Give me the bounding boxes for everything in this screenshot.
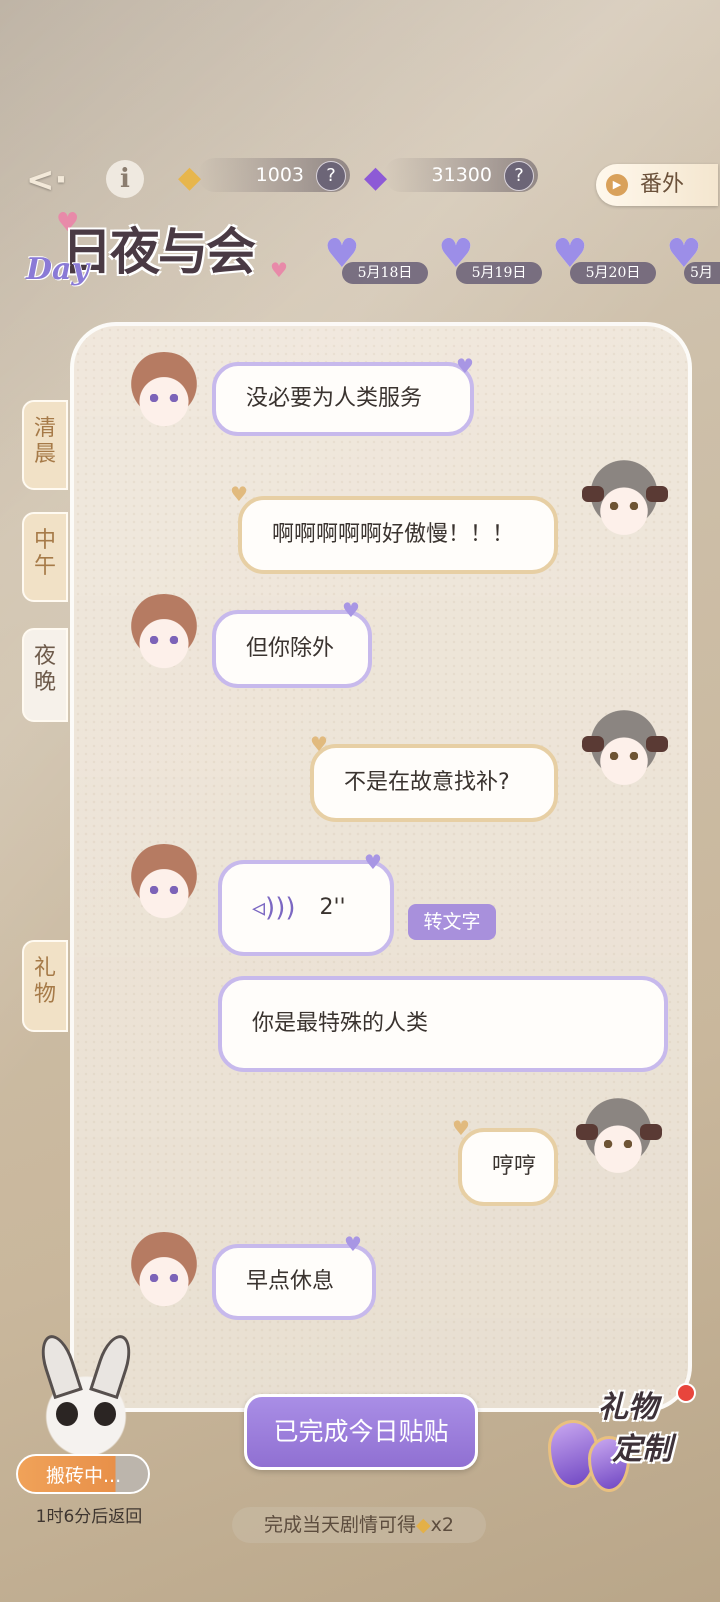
chat-bubble: 哼哼	[458, 1128, 558, 1206]
tab-gift-label: 礼物	[34, 956, 57, 1007]
heart-icon: ♥	[342, 598, 360, 622]
voice-duration: 2''	[319, 895, 346, 920]
chat-bubble: 你是最特殊的人类	[218, 976, 668, 1072]
event-title: ♥ ♥ 日夜与会 Day	[22, 200, 312, 300]
notification-dot	[676, 1383, 696, 1403]
heart-icon: ♥	[364, 850, 382, 874]
date-chip-4[interactable]: ♥ 5月	[660, 232, 720, 288]
avatar-him	[124, 352, 204, 432]
message-text: 啊啊啊啊啊好傲慢！！！	[272, 522, 515, 547]
heart-icon: ♥	[344, 1232, 362, 1256]
heart-icon: ♥	[452, 1116, 470, 1140]
date-chip-1[interactable]: ♥ 5月18日	[318, 232, 428, 288]
gold-currency-value: 1003	[255, 164, 304, 186]
date-label: 5月19日	[456, 262, 542, 284]
convert-to-text-button[interactable]: 转文字	[408, 904, 496, 940]
gold-help-button[interactable]: ?	[316, 161, 346, 191]
date-label: 5月	[684, 262, 720, 284]
message-text: 早点休息	[246, 1269, 335, 1294]
message-text: 但你除外	[246, 636, 335, 661]
reward-info: 完成当天剧情可得◆x2	[232, 1507, 486, 1543]
date-label: 5月20日	[570, 262, 656, 284]
chat-bubble: 没必要为人类服务	[212, 362, 474, 436]
message-text: 没必要为人类服务	[246, 386, 423, 411]
event-title-sub: Day	[26, 252, 89, 287]
heart-icon: ♥	[310, 732, 328, 756]
gift-label-line2: 定制	[612, 1432, 672, 1467]
voice-wave-icon: ◃)))	[252, 893, 296, 923]
heart-icon: ♥	[270, 258, 288, 282]
avatar-him	[124, 594, 204, 674]
tab-noon-label: 中午	[34, 528, 57, 579]
fox-eye	[94, 1402, 116, 1426]
gold-gem-icon: ◆	[416, 1514, 431, 1536]
tab-morning-label: 清晨	[34, 416, 57, 467]
heart-icon: ♥	[456, 354, 474, 378]
info-icon: i	[120, 164, 130, 194]
tab-noon[interactable]: 中午	[22, 512, 68, 602]
voice-message[interactable]: ◃))) 2''	[218, 860, 394, 956]
date-chip-2[interactable]: ♥ 5月19日	[432, 232, 542, 288]
pet-fox-avatar[interactable]	[34, 1330, 138, 1458]
event-title-text: 日夜与会	[62, 222, 256, 281]
play-icon: ▶	[606, 174, 628, 196]
heart-icon: ♥	[230, 482, 248, 506]
date-label: 5月18日	[342, 262, 428, 284]
fox-eye	[56, 1402, 78, 1426]
gold-currency: 1003 ?	[198, 158, 350, 192]
tab-night[interactable]: 夜晚	[22, 628, 68, 722]
purple-currency: 31300 ?	[384, 158, 538, 192]
message-text: 不是在故意找补?	[344, 770, 510, 795]
gift-label-line1: 礼物	[598, 1390, 658, 1425]
message-text: 你是最特殊的人类	[252, 1011, 429, 1036]
purple-currency-value: 31300	[431, 164, 492, 186]
gold-gem-icon: ◆	[178, 160, 202, 195]
chat-bubble: 不是在故意找补?	[310, 744, 558, 822]
extra-story-label: 番外	[640, 172, 685, 197]
pet-return-timer: 1时6分后返回	[35, 1507, 143, 1527]
back-button[interactable]: <·	[26, 160, 82, 204]
purple-help-button[interactable]: ?	[504, 161, 534, 191]
avatar-him	[124, 1232, 204, 1312]
avatar-her	[582, 710, 668, 790]
tab-night-label: 夜晚	[34, 644, 57, 695]
date-chip-3[interactable]: ♥ 5月20日	[546, 232, 656, 288]
purple-gem-icon: ◆	[364, 160, 388, 195]
avatar-her	[582, 460, 668, 540]
tab-morning[interactable]: 清晨	[22, 400, 68, 490]
extra-story-button[interactable]: ▶ 番外	[596, 164, 718, 206]
info-button[interactable]: i	[106, 160, 144, 198]
message-text: 哼哼	[492, 1154, 537, 1179]
avatar-him	[124, 844, 204, 924]
back-arrow-icon: <·	[26, 160, 68, 200]
completed-today-button[interactable]: 已完成今日贴贴	[244, 1394, 478, 1470]
reward-count: x2	[430, 1514, 454, 1536]
chat-bubble: 啊啊啊啊啊好傲慢！！！	[238, 496, 558, 574]
chat-panel[interactable]: 没必要为人类服务 ♥ 啊啊啊啊啊好傲慢！！！ ♥ 但你除外 ♥ 不是在故意找补?…	[70, 322, 692, 1412]
reward-label: 完成当天剧情可得	[264, 1514, 417, 1536]
pet-status-badge[interactable]: 搬砖中...	[16, 1454, 150, 1494]
avatar-her	[576, 1098, 662, 1178]
tab-gift[interactable]: 礼物	[22, 940, 68, 1032]
